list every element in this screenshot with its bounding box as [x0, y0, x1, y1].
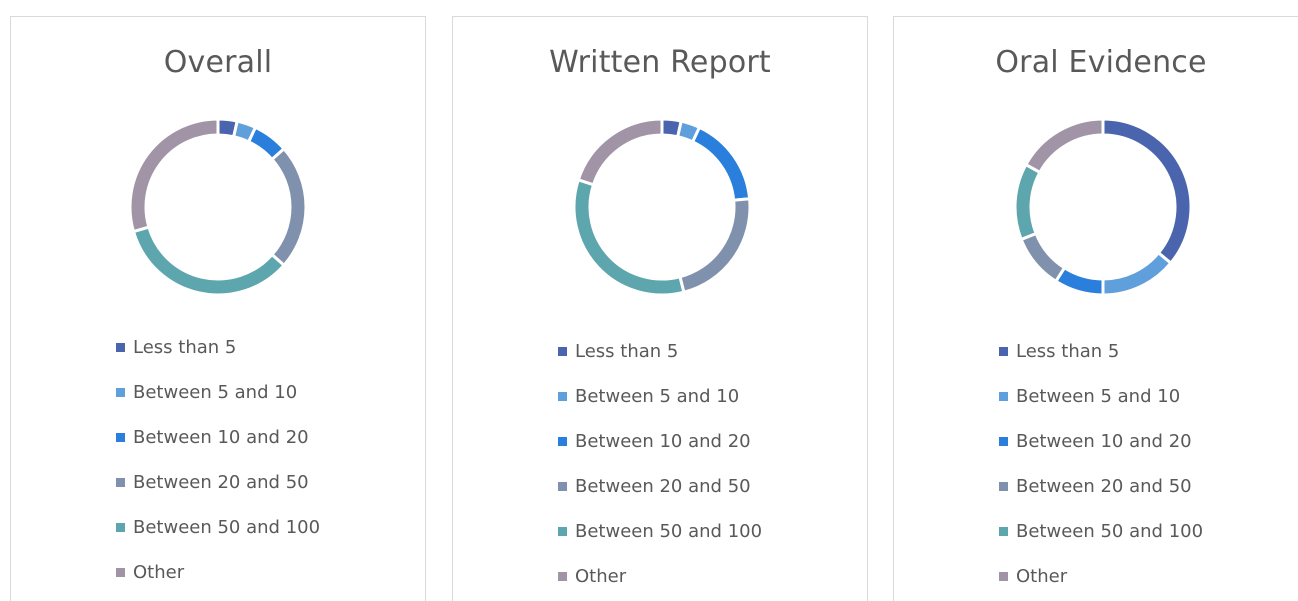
legend-item: Between 50 and 100: [116, 505, 320, 550]
legend-label: Between 5 and 10: [575, 386, 740, 407]
legend-label: Other: [575, 566, 627, 587]
legend-label: Between 50 and 100: [1016, 521, 1204, 542]
legend-item: Other: [999, 554, 1203, 599]
legend-label: Less than 5: [133, 337, 237, 358]
legend-swatch: [999, 392, 1008, 401]
chart-legend: Less than 5 Between 5 and 10 Between 10 an…: [116, 325, 320, 595]
donut-slice-2: [1101, 250, 1173, 297]
donut-slice-5: [572, 177, 686, 297]
donut-slice-6: [128, 117, 220, 234]
legend-swatch: [558, 572, 567, 581]
legend-label: Between 20 and 50: [575, 476, 751, 497]
legend-item: Between 20 and 50: [999, 464, 1203, 509]
legend-label: Between 10 and 20: [575, 431, 751, 452]
legend-item: Between 50 and 100: [999, 509, 1203, 554]
legend-item: Less than 5: [116, 325, 320, 370]
legend-swatch: [999, 347, 1008, 356]
chart-panel-oral-evidence: Oral Evidence Less than 5 Between 5 and 1…: [893, 16, 1298, 601]
legend-item: Less than 5: [999, 329, 1203, 374]
chart-canvas: Overall Less than 5 Between 5 and 10 Betwe…: [0, 0, 1298, 601]
legend-swatch: [999, 527, 1008, 536]
legend-swatch: [558, 482, 567, 491]
legend-label: Less than 5: [1016, 341, 1120, 362]
donut-chart: [1013, 117, 1193, 297]
legend-item: Other: [558, 554, 762, 599]
donut-slice-6: [576, 117, 664, 187]
legend-label: Less than 5: [575, 341, 679, 362]
legend-swatch: [116, 343, 125, 352]
legend-label: Between 10 and 20: [133, 427, 309, 448]
legend-label: Between 5 and 10: [133, 382, 298, 403]
legend-item: Between 5 and 10: [558, 374, 762, 419]
legend-swatch: [116, 388, 125, 397]
legend-item: Between 20 and 50: [558, 464, 762, 509]
legend-item: Between 10 and 20: [558, 419, 762, 464]
legend-swatch: [116, 568, 125, 577]
legend-item: Other: [116, 550, 320, 595]
donut-slice-4: [678, 197, 752, 295]
legend-label: Other: [1016, 566, 1068, 587]
legend-label: Between 50 and 100: [575, 521, 763, 542]
donut-slice-3: [690, 125, 752, 202]
legend-item: Between 10 and 20: [116, 415, 320, 460]
legend-swatch: [999, 482, 1008, 491]
legend-item: Between 50 and 100: [558, 509, 762, 554]
legend-swatch: [116, 433, 125, 442]
legend-label: Other: [133, 562, 185, 583]
donut-slice-5: [1013, 162, 1042, 242]
legend-swatch: [558, 392, 567, 401]
chart-panel-overall: Overall Less than 5 Between 5 and 10 Betwe…: [10, 16, 426, 601]
legend-label: Between 50 and 100: [133, 517, 321, 538]
chart-legend: Less than 5 Between 5 and 10 Between 10 an…: [999, 329, 1203, 599]
donut-chart: [572, 117, 752, 297]
legend-swatch: [116, 478, 125, 487]
chart-legend: Less than 5 Between 5 and 10 Between 10 an…: [558, 329, 762, 599]
donut-chart: [128, 117, 308, 297]
legend-swatch: [558, 347, 567, 356]
legend-item: Less than 5: [558, 329, 762, 374]
donut-slice-4: [269, 146, 308, 268]
legend-swatch: [558, 437, 567, 446]
legend-swatch: [558, 527, 567, 536]
chart-panel-written-report: Written Report Less than 5 Between 5 and …: [452, 16, 868, 601]
legend-item: Between 10 and 20: [999, 419, 1203, 464]
donut-slice-1: [1101, 117, 1193, 266]
legend-label: Between 20 and 50: [133, 472, 309, 493]
legend-label: Between 20 and 50: [1016, 476, 1192, 497]
legend-item: Between 5 and 10: [999, 374, 1203, 419]
legend-label: Between 5 and 10: [1016, 386, 1181, 407]
donut-slice-6: [1023, 117, 1105, 175]
legend-label: Between 10 and 20: [1016, 431, 1192, 452]
legend-item: Between 20 and 50: [116, 460, 320, 505]
donut-slice-4: [1019, 231, 1067, 284]
donut-slice-5: [131, 225, 287, 297]
legend-item: Between 5 and 10: [116, 370, 320, 415]
legend-swatch: [999, 437, 1008, 446]
legend-swatch: [116, 523, 125, 532]
legend-swatch: [999, 572, 1008, 581]
